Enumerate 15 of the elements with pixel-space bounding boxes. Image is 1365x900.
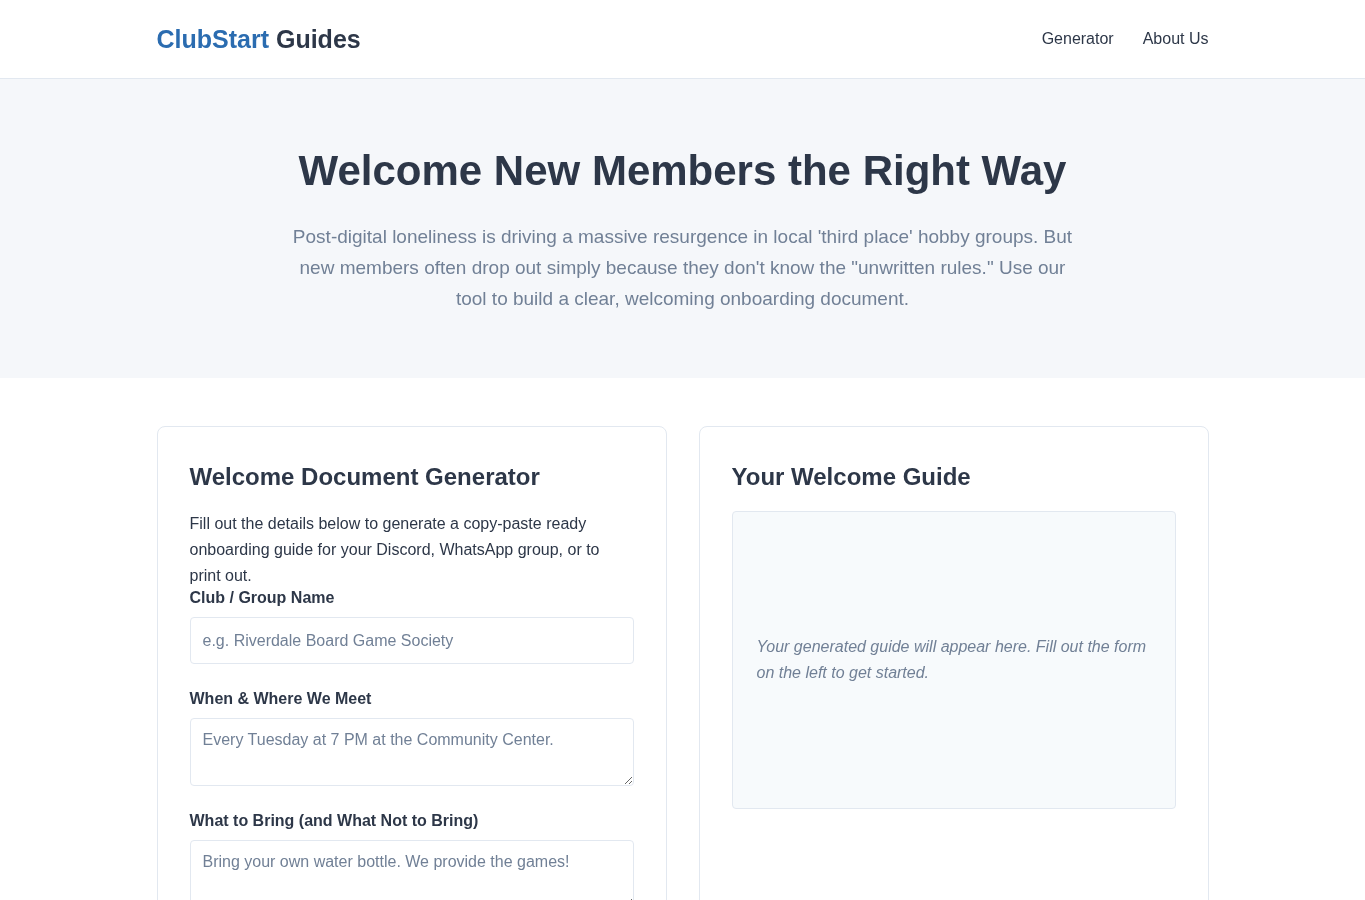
text-area[interactable]: Every Tuesday at 7 PM at the Community Center. [189,718,634,786]
nav-link[interactable]: Generator [1041,30,1114,48]
hero-description: Post-digital loneliness is driving a massive resurgence in local 'third place' hobby groups. But new members often drop out simply because they don't know the "unwritten rules." Use our tool to build a clear, welcoming onboarding document. [291,225,1074,311]
card-title: Your Welcome Guide [731,463,972,491]
card-title: Welcome Document Generator [189,463,541,491]
text-area[interactable]: Bring your own water bottle. We provide the games! [189,840,634,900]
field-label: When & Where We Meet [189,690,373,708]
hero-title: Welcome New Members the Right Way [297,147,1068,195]
field-label: What to Bring (and What Not to Bring) [189,812,480,830]
card-description: Fill out the details below to generate a copy-paste ready onboarding guide for your Discord, WhatsApp group, or to print out. [189,514,601,586]
text-field[interactable]: e.g. Riverdale Board Game Society [189,617,634,664]
placeholder-text: Your generated guide will appear here. Fill out the form on the left to get started. [756,637,1148,683]
nav-link[interactable]: About Us [1142,30,1209,48]
field-label: Club / Group Name [189,589,336,607]
site-logo[interactable]: ClubStart Guides [156,24,361,54]
